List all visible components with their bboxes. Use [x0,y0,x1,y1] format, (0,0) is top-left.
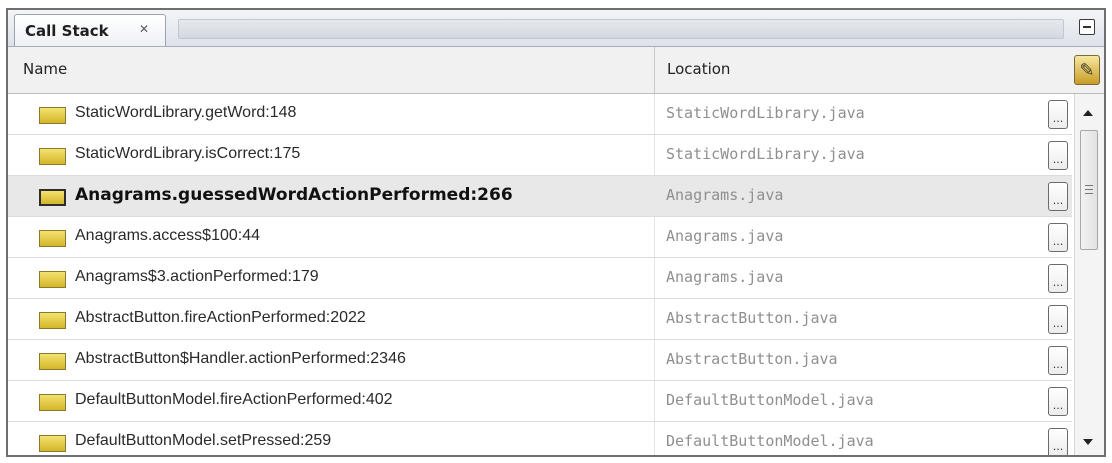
close-tab-icon[interactable]: ✕ [139,22,149,36]
frame-location: StaticWordLibrary.java [666,145,865,163]
call-frame-icon [39,312,66,329]
table-row[interactable]: DefaultButtonModel.setPressed:259 Default… [8,422,1072,455]
frame-name: StaticWordLibrary.isCorrect:175 [75,145,301,162]
scroll-down-icon[interactable] [1083,439,1093,445]
frame-location: Anagrams.java [666,268,784,286]
call-frame-icon [39,148,66,165]
ellipsis-button[interactable]: ... [1048,141,1068,170]
frame-location: StaticWordLibrary.java [666,104,865,122]
ellipsis-button[interactable]: ... [1048,305,1068,334]
tab-call-stack[interactable]: Call Stack ✕ [14,14,166,46]
frame-location: Anagrams.java [666,227,784,245]
column-header-location[interactable]: Location [667,60,730,78]
minimize-icon[interactable] [1079,19,1095,35]
table-row[interactable]: Anagrams$3.actionPerformed:179 Anagrams.j… [8,258,1072,299]
tab-strip-background [178,19,1064,39]
frame-name: Anagrams.access$100:44 [75,227,260,244]
ellipsis-button[interactable]: ... [1048,387,1068,416]
call-frame-icon [39,107,66,124]
table-row[interactable]: DefaultButtonModel.fireActionPerformed:4… [8,381,1072,422]
call-frame-icon [39,394,66,411]
table-row[interactable]: AbstractButton$Handler.actionPerformed:2… [8,340,1072,381]
cell-divider [654,422,655,455]
vertical-scrollbar[interactable] [1074,94,1104,455]
ellipsis-button[interactable]: ... [1048,223,1068,252]
table-row[interactable]: AbstractButton.fireActionPerformed:2022 A… [8,299,1072,340]
ellipsis-button[interactable]: ... [1048,428,1068,455]
table-header: Name Location ✎ [8,47,1104,94]
ellipsis-button[interactable]: ... [1048,346,1068,375]
column-chooser-icon[interactable]: ✎ [1074,55,1100,85]
ellipsis-button[interactable]: ... [1048,100,1068,129]
frame-location: AbstractButton.java [666,309,838,327]
column-divider[interactable] [654,47,655,93]
ellipsis-button[interactable]: ... [1048,264,1068,293]
scroll-up-icon[interactable] [1083,110,1093,116]
call-frame-icon [39,230,66,247]
call-stack-table: StaticWordLibrary.getWord:148 StaticWordL… [8,94,1072,455]
cell-divider [654,299,655,339]
cell-divider [654,340,655,380]
frame-location: DefaultButtonModel.java [666,432,874,450]
call-frame-icon [39,271,66,288]
frame-location: DefaultButtonModel.java [666,391,874,409]
column-header-name[interactable]: Name [23,60,67,78]
tab-bar: Call Stack ✕ [8,10,1104,47]
cell-divider [654,94,655,134]
call-frame-icon [39,353,66,370]
table-row[interactable]: Anagrams.guessedWordActionPerformed:266 A… [8,176,1072,217]
frame-name: Anagrams$3.actionPerformed:179 [75,268,319,285]
call-stack-window: Call Stack ✕ Name Location ✎ StaticWordL… [6,8,1106,457]
cell-divider [654,176,655,216]
ellipsis-button[interactable]: ... [1048,182,1068,211]
frame-location: AbstractButton.java [666,350,838,368]
call-frame-icon [39,189,66,206]
frame-location: Anagrams.java [666,186,784,204]
scrollbar-thumb[interactable] [1080,130,1098,250]
cell-divider [654,135,655,175]
frame-name: DefaultButtonModel.fireActionPerformed:4… [75,391,393,408]
table-row[interactable]: Anagrams.access$100:44 Anagrams.java... [8,217,1072,258]
table-row[interactable]: StaticWordLibrary.isCorrect:175 StaticWor… [8,135,1072,176]
table-row[interactable]: StaticWordLibrary.getWord:148 StaticWordL… [8,94,1072,135]
tab-label: Call Stack [25,22,109,40]
frame-name: Anagrams.guessedWordActionPerformed:266 [75,185,513,205]
frame-name: StaticWordLibrary.getWord:148 [75,104,297,121]
cell-divider [654,258,655,298]
cell-divider [654,217,655,257]
frame-name: DefaultButtonModel.setPressed:259 [75,432,332,449]
frame-name: AbstractButton$Handler.actionPerformed:2… [75,350,406,367]
cell-divider [654,381,655,421]
call-frame-icon [39,435,66,452]
frame-name: AbstractButton.fireActionPerformed:2022 [75,309,366,326]
